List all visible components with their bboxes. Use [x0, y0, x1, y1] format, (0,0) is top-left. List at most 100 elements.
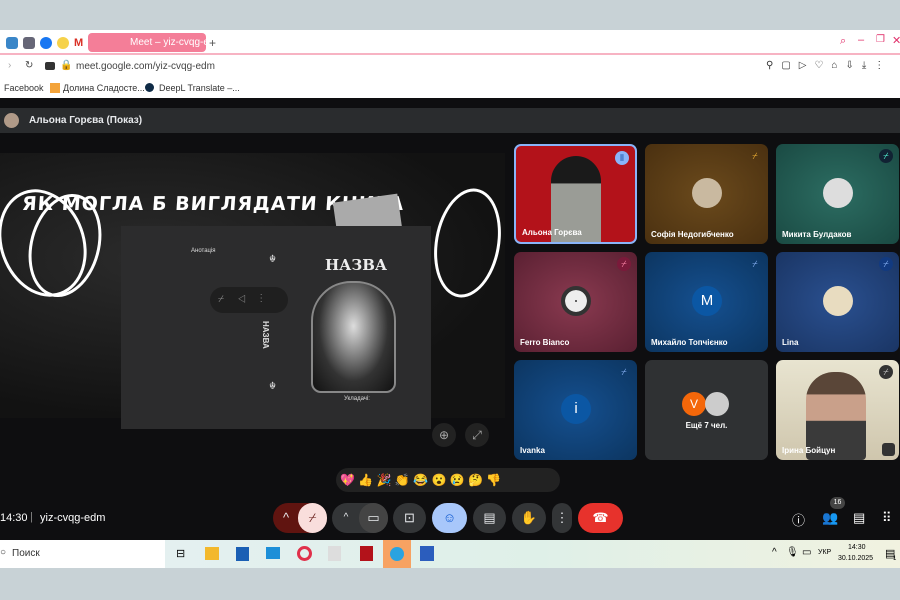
clock-date[interactable]: 30.10.2025: [838, 555, 873, 562]
close-icon[interactable]: ✕: [892, 34, 900, 47]
app-icon[interactable]: [57, 37, 69, 49]
avatar: [823, 178, 853, 208]
telegram-icon: [390, 547, 404, 561]
reaction-heart[interactable]: 💖: [340, 473, 355, 487]
participant-tile[interactable]: ⌿ Lina: [776, 252, 899, 352]
app-icon[interactable]: [6, 37, 18, 49]
reaction-party[interactable]: 🎉: [377, 473, 392, 487]
divider: |: [30, 511, 33, 523]
more-participants-tile[interactable]: V Ещё 7 чел.: [645, 360, 768, 460]
people-icon[interactable]: 👥: [822, 510, 838, 526]
captions-button[interactable]: ▤: [473, 503, 506, 533]
camera-toggle-button[interactable]: ▭: [359, 503, 388, 533]
tray-expand-icon[interactable]: ^: [772, 547, 777, 558]
forward-icon[interactable]: ›: [8, 60, 11, 71]
solitaire-icon[interactable]: [328, 546, 341, 561]
explorer-icon[interactable]: [205, 547, 219, 560]
zoom-in-icon[interactable]: ⊕: [432, 423, 456, 447]
mic-off-icon: ⌿: [879, 149, 893, 163]
telegram-button[interactable]: [383, 540, 411, 568]
bookmark-icon: [50, 83, 60, 93]
participant-name: Михайло Топчієнко: [651, 338, 728, 347]
participant-tile[interactable]: i ⌿ Ivanka: [514, 360, 637, 460]
tile-overlay-controls[interactable]: ⌿◁⋮: [210, 287, 288, 313]
language-indicator[interactable]: УКР: [818, 549, 831, 556]
fullscreen-icon[interactable]: ⤢: [465, 423, 489, 447]
minimize-icon[interactable]: –: [858, 34, 864, 46]
more-options-button[interactable]: ⋮: [552, 503, 572, 533]
bookmark-deepl[interactable]: DeepL Translate –...: [159, 83, 240, 93]
avatar: [561, 286, 591, 316]
avatar: V: [682, 392, 706, 416]
participant-tile[interactable]: ⦀ Альона Горєва: [514, 144, 637, 244]
facebook-icon[interactable]: [40, 37, 52, 49]
shared-screen: ЯК МОГЛА Б ВИГЛЯДАТИ КНИГА Анотація ☬ НА…: [0, 153, 510, 429]
participant-tile[interactable]: ⌿ Микита Булдаков: [776, 144, 899, 244]
mic-toggle-button[interactable]: ⌿: [298, 503, 327, 533]
spine-title: НАЗВА: [261, 321, 270, 349]
gmail-icon[interactable]: M: [74, 37, 86, 49]
participant-tile[interactable]: ⌿ Ірина Бойцун: [776, 360, 899, 460]
restore-icon[interactable]: ❐: [876, 34, 885, 45]
participant-tile[interactable]: M ⌿ Михайло Топчієнко: [645, 252, 768, 352]
reactions-button[interactable]: ☺: [432, 503, 467, 533]
raise-hand-button[interactable]: ✋: [512, 503, 546, 533]
reload-icon[interactable]: ↻: [25, 60, 33, 71]
annotation-label: Анотація: [191, 248, 216, 254]
reaction-thumbs-up[interactable]: 👍: [358, 473, 373, 487]
reaction-sad[interactable]: 😢: [450, 473, 465, 487]
activities-icon[interactable]: ⠿: [882, 510, 892, 526]
pip-icon[interactable]: [882, 443, 895, 456]
address-bar: › ↻ 🔒 meet.google.com/yiz-cvqg-edm ⚲▢▷♡⌂…: [0, 55, 900, 79]
task-view-icon[interactable]: ⊟: [176, 547, 185, 560]
pdf-icon[interactable]: [360, 546, 373, 561]
camera-icon[interactable]: [45, 62, 55, 70]
presenter-avatar: [4, 113, 19, 128]
people-count-badge: 16: [830, 497, 845, 509]
participant-name: Альона Горєва: [522, 228, 582, 237]
mic-off-icon: ⌿: [621, 367, 627, 377]
chat-icon[interactable]: ▤: [853, 510, 865, 526]
participant-tile[interactable]: ⌿ Софія Недогибченко: [645, 144, 768, 244]
word-icon[interactable]: [420, 546, 434, 561]
bookmark-facebook[interactable]: Facebook: [4, 83, 44, 93]
reaction-laugh[interactable]: 😂: [413, 473, 428, 487]
reaction-clap[interactable]: 👏: [395, 473, 410, 487]
lock-icon[interactable]: 🔒: [60, 60, 72, 71]
tab-meet[interactable]: Meet – yiz-cvqg-edm: [88, 33, 206, 52]
taskbar: ○ Поиск ⊟ ^ 🎙 ▭ УКР 14:30 30.10.2025 ▤ 1: [0, 540, 900, 568]
reaction-thinking[interactable]: 🤔: [468, 473, 483, 487]
avatar: M: [692, 286, 722, 316]
search-icon[interactable]: ⌕: [840, 35, 846, 48]
mic-tray-icon[interactable]: 🎙: [786, 547, 799, 558]
toolbar-icons[interactable]: ⚲▢▷♡⌂⇩⤓⋮: [766, 60, 892, 71]
speaking-icon: ⦀: [615, 151, 629, 165]
reaction-surprised[interactable]: 😮: [431, 473, 446, 487]
clock-time[interactable]: 14:30: [848, 544, 866, 551]
app-icon[interactable]: [23, 37, 35, 49]
present-button[interactable]: ⊡: [393, 503, 426, 533]
opera-icon[interactable]: [297, 546, 312, 561]
url-input[interactable]: meet.google.com/yiz-cvqg-edm: [76, 61, 215, 72]
mic-off-icon: ⌿: [617, 257, 631, 271]
network-icon[interactable]: ▭: [802, 547, 811, 558]
meeting-code: yiz-cvqg-edm: [40, 512, 106, 524]
new-tab-icon[interactable]: +: [209, 36, 216, 50]
volume-icon[interactable]: ◁: [238, 294, 260, 305]
reactions-bar: 💖 👍 🎉 👏 😂 😮 😢 🤔 👎: [336, 468, 560, 492]
more-options-icon[interactable]: ⋮: [260, 294, 277, 305]
info-icon[interactable]: ⓘ: [792, 510, 805, 529]
store-icon[interactable]: [236, 547, 249, 561]
leave-call-button[interactable]: ☎: [578, 503, 623, 533]
participant-name: Lina: [782, 338, 799, 347]
participant-tile[interactable]: ⌿ Ferro Bianco: [514, 252, 637, 352]
reaction-thumbs-down[interactable]: 👎: [486, 473, 501, 487]
notification-count: 1: [893, 556, 897, 562]
unpin-icon[interactable]: ⌿: [218, 294, 238, 305]
search-input[interactable]: Поиск: [12, 548, 40, 559]
presenter-bar: Альона Горєва (Показ): [0, 108, 900, 133]
taskbar-search[interactable]: ○ Поиск: [0, 540, 165, 568]
more-participants-label: Ещё 7 чел.: [685, 421, 728, 430]
bookmark-dolina[interactable]: Долина Сладосте...: [63, 83, 145, 93]
mail-icon[interactable]: [266, 547, 280, 559]
